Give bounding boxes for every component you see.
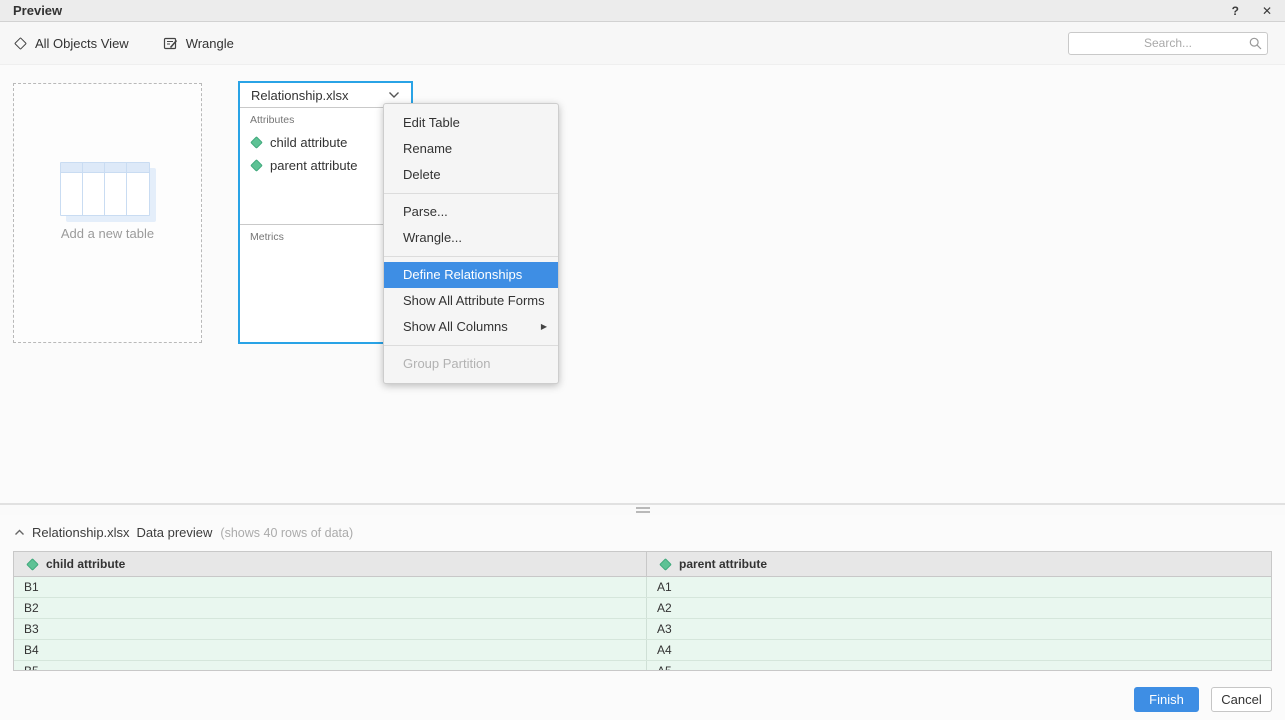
table-cell: A3 xyxy=(646,619,1271,639)
menu-group: Edit TableRenameDelete xyxy=(384,110,558,188)
all-objects-view-label: All Objects View xyxy=(35,36,129,51)
preview-header-row: child attribute parent attribute xyxy=(14,552,1271,577)
data-preview-header: Relationship.xlsx Data preview (shows 40… xyxy=(0,515,1285,540)
attribute-diamond-icon xyxy=(26,558,39,571)
column-header-label: child attribute xyxy=(46,557,125,571)
menu-item-rename[interactable]: Rename xyxy=(384,136,558,162)
table-cell: A2 xyxy=(646,598,1271,618)
table-icon xyxy=(60,162,156,222)
preview-rows-note: (shows 40 rows of data) xyxy=(220,526,353,540)
table-cell: A5 xyxy=(646,661,1271,671)
wrangle-button[interactable]: Wrangle xyxy=(163,36,234,51)
table-row: B3A3 xyxy=(14,619,1271,640)
all-objects-view-button[interactable]: All Objects View xyxy=(14,36,129,51)
close-icon[interactable]: ✕ xyxy=(1262,5,1272,17)
menu-item-delete[interactable]: Delete xyxy=(384,162,558,188)
toolbar: All Objects View Wrangle xyxy=(0,22,1285,65)
table-cell: A4 xyxy=(646,640,1271,660)
window-title: Preview xyxy=(13,3,62,18)
search-input[interactable] xyxy=(1068,32,1268,55)
canvas: Add a new table Relationship.xlsx Attrib… xyxy=(0,65,1285,503)
search-box xyxy=(1068,32,1268,55)
menu-group: Group Partition xyxy=(384,345,558,377)
metrics-label: Metrics xyxy=(250,231,401,243)
table-context-menu: Edit TableRenameDeleteParse...Wrangle...… xyxy=(383,103,559,384)
menu-item-parse[interactable]: Parse... xyxy=(384,199,558,225)
table-row: B2A2 xyxy=(14,598,1271,619)
menu-item-wrangle[interactable]: Wrangle... xyxy=(384,225,558,251)
attribute-diamond-icon xyxy=(659,558,672,571)
table-row: B4A4 xyxy=(14,640,1271,661)
menu-item-edit-table[interactable]: Edit Table xyxy=(384,110,558,136)
menu-item-define-relationships[interactable]: Define Relationships xyxy=(384,262,558,288)
data-preview-panel: Relationship.xlsx Data preview (shows 40… xyxy=(0,515,1285,720)
wrangle-label: Wrangle xyxy=(186,36,234,51)
data-preview-table: child attributeparent attributeB1A1B2A2B… xyxy=(13,551,1272,671)
preview-table-name: Relationship.xlsx xyxy=(32,525,130,540)
search-icon xyxy=(1249,37,1262,50)
panel-splitter xyxy=(0,503,1285,515)
menu-group: Parse...Wrangle... xyxy=(384,193,558,251)
add-new-table-label: Add a new table xyxy=(14,226,201,241)
attribute-label: child attribute xyxy=(270,135,347,150)
attribute-item-parent-attribute[interactable]: parent attribute xyxy=(250,154,401,177)
title-bar: Preview ? ✕ xyxy=(0,0,1285,22)
table-cell: B2 xyxy=(14,598,646,618)
menu-item-show-all-columns[interactable]: Show All Columns▶ xyxy=(384,314,558,340)
cancel-button[interactable]: Cancel xyxy=(1211,687,1272,712)
attribute-label: parent attribute xyxy=(270,158,357,173)
help-icon[interactable]: ? xyxy=(1232,5,1239,17)
table-cell: B5 xyxy=(14,661,646,671)
column-header-parent-attribute[interactable]: parent attribute xyxy=(646,552,1271,576)
attribute-item-child-attribute[interactable]: child attribute xyxy=(250,131,401,154)
table-card-title: Relationship.xlsx xyxy=(251,88,349,103)
column-header-child-attribute[interactable]: child attribute xyxy=(14,552,646,576)
collapse-chevron-up-icon[interactable] xyxy=(14,529,25,536)
table-cell: A1 xyxy=(646,577,1271,597)
column-header-label: parent attribute xyxy=(679,557,767,571)
splitter-grip-handle[interactable] xyxy=(636,507,650,515)
footer-actions: Finish Cancel xyxy=(1134,687,1272,712)
menu-item-group-partition: Group Partition xyxy=(384,351,558,377)
attributes-label: Attributes xyxy=(250,114,401,126)
table-cell: B3 xyxy=(14,619,646,639)
table-cell: B1 xyxy=(14,577,646,597)
menu-group: Define RelationshipsShow All Attribute F… xyxy=(384,256,558,340)
table-cell: B4 xyxy=(14,640,646,660)
table-row: B1A1 xyxy=(14,577,1271,598)
attribute-diamond-icon xyxy=(250,136,263,149)
finish-button[interactable]: Finish xyxy=(1134,687,1199,712)
add-new-table-button[interactable]: Add a new table xyxy=(13,83,202,343)
chevron-down-icon xyxy=(388,91,400,99)
diamond-outline-icon xyxy=(14,37,27,50)
menu-item-show-all-attribute-forms[interactable]: Show All Attribute Forms xyxy=(384,288,558,314)
preview-section-label: Data preview xyxy=(137,525,213,540)
table-row: B5A5 xyxy=(14,661,1271,671)
submenu-arrow-icon: ▶ xyxy=(541,314,547,340)
attribute-diamond-icon xyxy=(250,159,263,172)
wrangle-icon xyxy=(163,36,178,51)
